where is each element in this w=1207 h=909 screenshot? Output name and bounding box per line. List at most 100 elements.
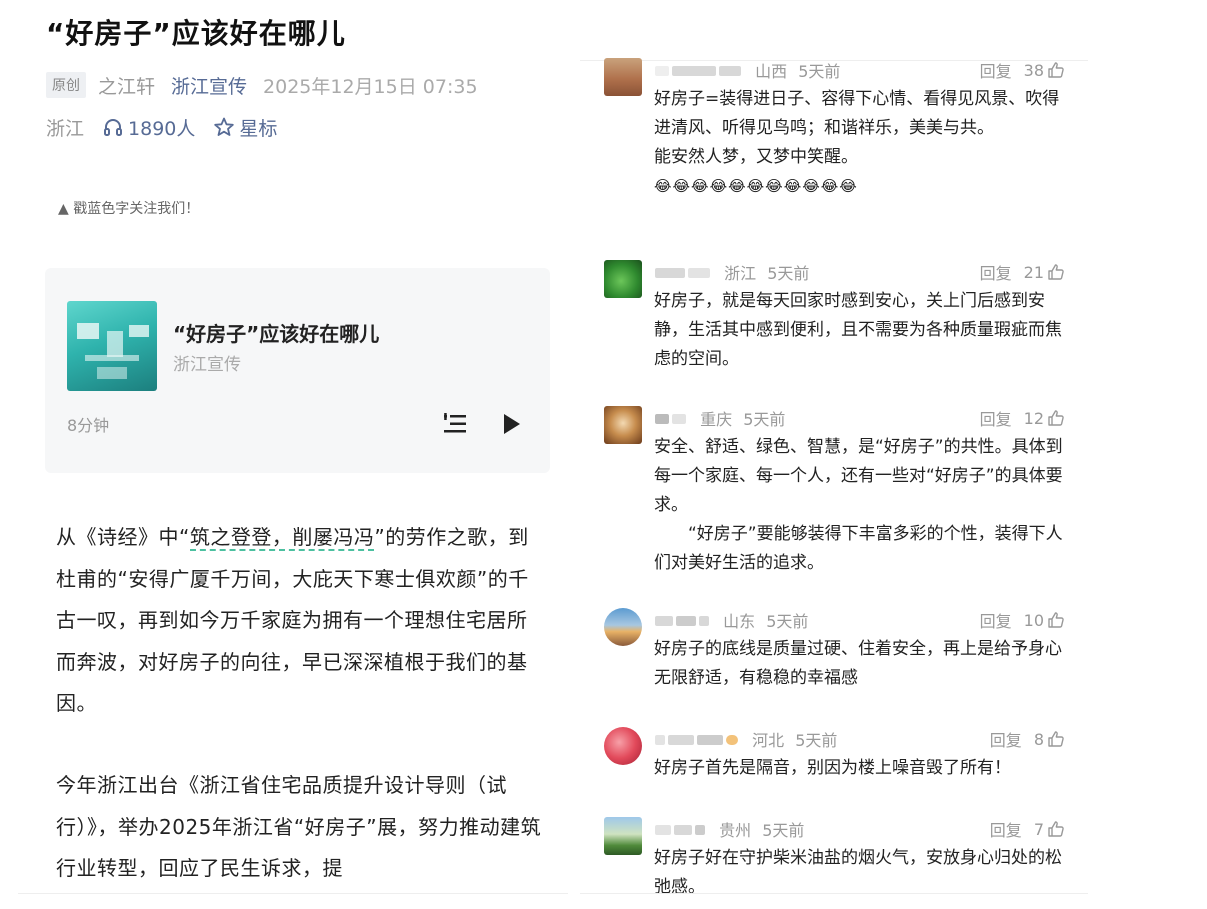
headphone-icon [102,116,124,138]
thumbs-up-icon [1048,264,1064,280]
comment-line: 好房子的底线是质量过硬、住着安全，再上是给予身心无限舒适，有稳稳的幸福感 [654,639,1062,688]
like-count: 7 [1033,819,1044,839]
reply-button[interactable]: 回复 [990,817,1022,841]
like-button[interactable]: 21 [1024,263,1065,282]
article-meta-2: 浙江 1890人 星标 [46,112,277,142]
avatar[interactable] [604,608,642,646]
play-button[interactable] [497,410,525,438]
comment-location: 重庆 [700,410,733,429]
reply-button[interactable]: 回复 [990,727,1022,751]
article-title: “好房子”应该好在哪儿 [46,17,346,50]
nickname-masked[interactable] [655,730,741,749]
nickname-masked[interactable] [655,409,689,428]
like-button[interactable]: 7 [1034,820,1065,839]
like-count: 21 [1023,262,1044,282]
para1-text-a: 从《诗经》中“ [56,525,190,549]
nickname-masked[interactable] [655,611,712,630]
listen-count-text: 1890人 [128,117,196,140]
star-outline-icon [213,116,235,138]
comment-line: 好房子，就是每天回家时感到安心，关上门后感到安静，生活其中感到便利，且不需要为各… [654,291,1062,369]
nickname-masked[interactable] [655,263,713,282]
avatar[interactable] [604,260,642,298]
reply-button[interactable]: 回复 [980,260,1012,284]
comment-header: 贵州 5天前 回复 7 [655,817,1065,841]
article-paragraph-2: 今年浙江出台《浙江省住宅品质提升设计导则（试行）》，举办2025年浙江省“好房子… [56,773,542,880]
comment-location: 山西 [755,62,788,81]
audio-duration: 8分钟 [67,416,110,435]
article-paragraph-1: 从《诗经》中“筑之登登，削屡冯冯”的劳作之歌，到杜甫的“安得广厦千万间，大庇天下… [56,517,546,725]
comment-time: 5天前 [798,62,841,81]
audio-source: 浙江宣传 [173,355,241,375]
reply-button[interactable]: 回复 [980,406,1012,430]
reply-button[interactable]: 回复 [980,58,1012,82]
playlist-button[interactable] [441,410,469,438]
para1-text-b: ”的劳作之歌，到杜甫的“安得广厦千万间，大庇天下寒士俱欢颜”的千古一叹，再到如今… [56,525,529,715]
audio-cover-image [67,301,157,391]
article-panel: “好房子”应该好在哪儿 原创 之江轩 浙江宣传 2025年12月15日 07:3… [0,0,570,909]
thumbs-up-icon [1048,821,1064,837]
account-link[interactable]: 浙江宣传 [171,72,247,99]
like-button[interactable]: 8 [1034,730,1065,749]
comment-location: 浙江 [724,264,757,283]
comment-location: 山东 [723,612,756,631]
comment-time: 5天前 [743,410,786,429]
like-count: 12 [1023,408,1044,428]
follow-tip: ▲ 戳蓝色字关注我们！ [58,201,200,217]
comment-text: 好房子首先是隔音，别因为楼上噪音毁了所有！ [654,754,1066,783]
comment-header: 河北 5天前 回复 8 [655,727,1065,751]
audio-card[interactable]: “好房子”应该好在哪儿 浙江宣传 8分钟 [45,268,550,473]
comment-location: 河北 [752,731,785,750]
thumbs-up-icon [1048,410,1064,426]
comment-location: 贵州 [719,821,752,840]
comment-line: “好房子”要能够装得下丰富多彩的个性，装得下人们对美好生活的追求。 [654,524,1063,573]
comment-header: 山东 5天前 回复 10 [655,608,1065,632]
like-button[interactable]: 12 [1024,409,1065,428]
comment-text: 安全、舒适、绿色、智慧，是“好房子”的共性。具体到每一个家庭、每一个人，还有一些… [654,433,1066,578]
thumbs-up-icon [1048,62,1064,78]
star-label: 星标 [239,117,278,140]
like-button[interactable]: 38 [1024,61,1065,80]
comments-panel: 山西 5天前 回复 38 好房子=装得进日子、容得下心情、看得见风景、吹得进清风… [580,0,1090,909]
avatar[interactable] [604,727,642,765]
author-name: 之江轩 [98,75,156,98]
comment-time: 5天前 [767,264,810,283]
thumbs-up-icon [1048,612,1064,628]
nickname-masked[interactable] [655,820,708,839]
playlist-icon [444,413,466,433]
comment-header: 重庆 5天前 回复 12 [655,406,1065,430]
comment-text: 好房子的底线是质量过硬、住着安全，再上是给予身心无限舒适，有稳稳的幸福感 [654,635,1066,693]
divider [580,893,1088,894]
avatar[interactable] [604,406,642,444]
thumbs-up-icon [1048,731,1064,747]
like-count: 38 [1023,60,1044,80]
comment-header: 山西 5天前 回复 38 [655,58,1065,82]
highlighted-quote[interactable]: 筑之登登，削屡冯冯 [189,525,375,551]
comment-time: 5天前 [766,612,809,631]
like-button[interactable]: 10 [1024,611,1065,630]
region-label: 浙江 [46,117,85,140]
avatar[interactable] [604,817,642,855]
comment-header: 浙江 5天前 回复 21 [655,260,1065,284]
publish-date: 2025年12月15日 07:35 [263,75,478,98]
comment-time: 5天前 [762,821,805,840]
comment-line: 好房子=装得进日子、容得下心情、看得见风景、吹得进清风、听得见鸟鸣；和谐祥乐，美… [654,89,1060,138]
comment-text: 好房子=装得进日子、容得下心情、看得见风景、吹得进清风、听得见鸟鸣；和谐祥乐，美… [654,85,1066,201]
original-badge: 原创 [46,72,86,98]
star-button[interactable]: 星标 [213,114,277,141]
article-meta: 原创 之江轩 浙江宣传 2025年12月15日 07:35 [46,70,478,100]
reply-button[interactable]: 回复 [980,608,1012,632]
audio-title: “好房子”应该好在哪儿 [173,322,380,346]
like-count: 8 [1033,729,1044,749]
listen-count[interactable]: 1890人 [102,114,195,141]
comment-text: 好房子，就是每天回家时感到安心，关上门后感到安静，生活其中感到便利，且不需要为各… [654,287,1066,374]
comment-line: 能安然人梦，又梦中笑醒。 [654,147,858,167]
comment-time: 5天前 [795,731,838,750]
laughing-emoji-row: 😂😂😂😂😂😂😂😂😂😂😂 [654,177,858,195]
like-count: 10 [1023,610,1044,630]
comment-line: 安全、舒适、绿色、智慧，是“好房子”的共性。具体到每一个家庭、每一个人，还有一些… [654,437,1063,515]
avatar[interactable] [604,58,642,96]
divider [18,893,568,894]
nickname-masked[interactable] [655,61,744,80]
comment-line: 好房子首先是隔音，别因为楼上噪音毁了所有！ [654,758,1011,778]
play-icon [504,414,520,434]
